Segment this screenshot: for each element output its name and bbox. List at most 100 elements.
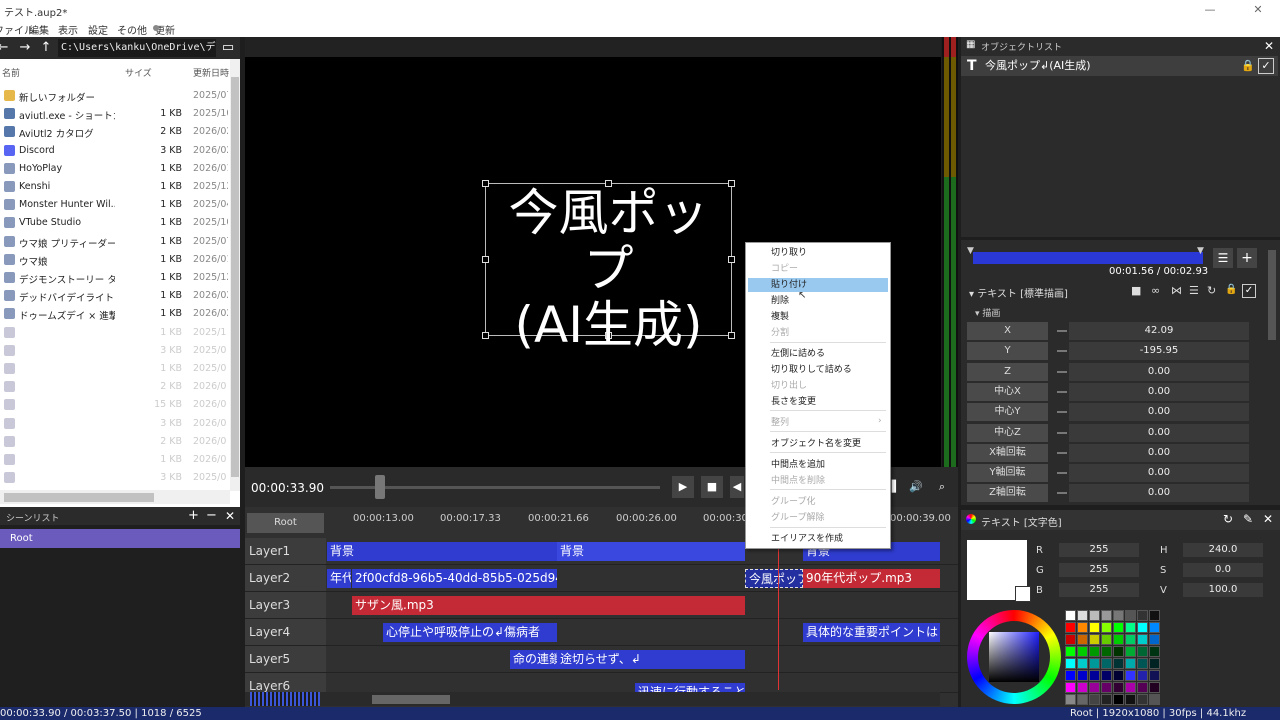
- timeline-clip[interactable]: 背景: [557, 542, 745, 561]
- palette-swatch[interactable]: [1065, 622, 1076, 633]
- file-row[interactable]: Kenshi 1 KB 2025/12: [0, 178, 230, 196]
- property-value[interactable]: 42.09: [1069, 322, 1249, 340]
- scroll-thumb[interactable]: [4, 493, 154, 502]
- timeline-clip[interactable]: 90年代ポップ.mp3: [803, 569, 940, 588]
- palette-swatch[interactable]: [1065, 670, 1076, 681]
- context-menu-item[interactable]: 削除: [748, 294, 888, 308]
- time-range-bar[interactable]: [973, 252, 1203, 264]
- file-row[interactable]: デッドバイデイライト 1 KB 2026/02: [0, 287, 230, 305]
- palette-swatch[interactable]: [1077, 694, 1088, 705]
- section-title[interactable]: ▾ テキスト [標準描画]: [969, 285, 1068, 300]
- layer-name[interactable]: Layer2: [245, 565, 326, 591]
- reset-icon[interactable]: ↻: [1223, 512, 1233, 526]
- property-label[interactable]: 中心Z: [967, 423, 1048, 442]
- g-field[interactable]: 255: [1059, 563, 1139, 577]
- scroll-thumb[interactable]: [1268, 250, 1276, 340]
- filter-icon[interactable]: ⋈: [1171, 284, 1182, 297]
- file-row[interactable]: Discord 3 KB 2026/02: [0, 142, 230, 160]
- palette-swatch[interactable]: [1149, 646, 1160, 657]
- v-field[interactable]: 100.0: [1183, 583, 1263, 597]
- palette-swatch[interactable]: [1113, 670, 1124, 681]
- property-slider-handle[interactable]: [1057, 472, 1067, 475]
- palette-swatch[interactable]: [1101, 622, 1112, 633]
- property-value[interactable]: -195.95: [1069, 342, 1249, 361]
- palette-swatch[interactable]: [1137, 646, 1148, 657]
- folder-icon[interactable]: ▭: [219, 39, 237, 57]
- context-menu-item[interactable]: エイリアスを作成: [748, 532, 888, 546]
- up-arrow-icon[interactable]: ↑: [37, 39, 55, 57]
- palette-swatch[interactable]: [1077, 658, 1088, 669]
- property-slider-handle[interactable]: [1057, 370, 1067, 373]
- context-menu-item[interactable]: 中間点を追加: [748, 458, 888, 472]
- timeline-clip[interactable]: 具体的な重要ポイントは: [803, 623, 940, 642]
- close-button[interactable]: ✕: [1238, 0, 1278, 20]
- context-menu-item[interactable]: 複製: [748, 310, 888, 324]
- palette-swatch[interactable]: [1089, 694, 1100, 705]
- file-row[interactable]: HoYoPlay 1 KB 2026/01: [0, 160, 230, 178]
- layer-name[interactable]: Layer1: [245, 538, 326, 564]
- palette-swatch[interactable]: [1089, 634, 1100, 645]
- palette-swatch[interactable]: [1113, 634, 1124, 645]
- reset-icon[interactable]: ↻: [1207, 284, 1216, 297]
- timeline-clip[interactable]: サザン風.mp3: [352, 596, 745, 615]
- context-menu-item[interactable]: 切り取り: [748, 246, 888, 260]
- palette-swatch[interactable]: [1113, 610, 1124, 621]
- list-icon[interactable]: ☰: [1189, 284, 1199, 297]
- palette-swatch[interactable]: [1149, 658, 1160, 669]
- lock-icon[interactable]: 🔒: [1225, 284, 1237, 295]
- property-value[interactable]: 0.00: [1069, 443, 1249, 462]
- seek-thumb[interactable]: [375, 475, 385, 499]
- remove-icon[interactable]: −: [206, 508, 217, 523]
- property-value[interactable]: 0.00: [1069, 403, 1249, 422]
- palette-swatch[interactable]: [1101, 694, 1112, 705]
- property-label[interactable]: 中心Y: [967, 403, 1048, 422]
- play-icon[interactable]: ▶: [672, 476, 694, 498]
- palette-swatch[interactable]: [1089, 610, 1100, 621]
- palette-swatch[interactable]: [1065, 694, 1076, 705]
- layer-name[interactable]: Layer3: [245, 592, 326, 618]
- palette-swatch[interactable]: [1149, 610, 1160, 621]
- visibility-checkbox[interactable]: ✓: [1258, 58, 1274, 74]
- object-list-item[interactable]: T 今風ポップ↲(AI生成) 🔒 ✓: [961, 56, 1278, 76]
- s-field[interactable]: 0.0: [1183, 563, 1263, 577]
- palette-swatch[interactable]: [1077, 670, 1088, 681]
- palette-swatch[interactable]: [1113, 646, 1124, 657]
- property-value[interactable]: 0.00: [1069, 382, 1249, 401]
- file-row[interactable]: Monster Hunter Wil... 1 KB 2025/04: [0, 196, 230, 214]
- file-row[interactable]: 1 KB 2026/0: [0, 451, 230, 469]
- layer-name[interactable]: Layer5: [245, 646, 326, 672]
- forward-arrow-icon[interactable]: →: [16, 39, 34, 57]
- palette-swatch[interactable]: [1149, 634, 1160, 645]
- group-title[interactable]: ▾ 描画: [975, 306, 1000, 319]
- property-slider-handle[interactable]: [1057, 492, 1067, 495]
- context-menu-item[interactable]: オブジェクト名を変更: [748, 437, 888, 451]
- palette-swatch[interactable]: [1077, 646, 1088, 657]
- zoom-icon[interactable]: ⌕: [931, 476, 953, 498]
- file-row[interactable]: 15 KB 2026/0: [0, 396, 230, 414]
- palette-swatch[interactable]: [1065, 658, 1076, 669]
- column-size[interactable]: サイズ: [125, 66, 152, 79]
- close-icon[interactable]: ✕: [225, 509, 235, 523]
- h-field[interactable]: 240.0: [1183, 543, 1263, 557]
- property-value[interactable]: 0.00: [1069, 362, 1249, 381]
- property-label[interactable]: Y: [967, 342, 1048, 361]
- palette-swatch[interactable]: [1077, 610, 1088, 621]
- scene-item-root[interactable]: Root: [0, 529, 240, 548]
- property-label[interactable]: 中心X: [967, 382, 1048, 401]
- property-label[interactable]: Y軸回転: [967, 464, 1048, 483]
- palette-swatch[interactable]: [1137, 634, 1148, 645]
- palette-swatch[interactable]: [1101, 670, 1112, 681]
- b-field[interactable]: 255: [1059, 583, 1139, 597]
- eyedropper-icon[interactable]: ✎: [1243, 512, 1253, 526]
- palette-swatch[interactable]: [1137, 610, 1148, 621]
- timeline-clip[interactable]: 心停止や呼吸停止の↲傷病者: [383, 623, 557, 642]
- file-row[interactable]: ウマ娘 プリティーダービー 1 KB 2025/07: [0, 233, 230, 251]
- timeline-clip[interactable]: 年代ポ: [327, 569, 351, 588]
- sv-square[interactable]: [989, 632, 1039, 682]
- context-menu-item[interactable]: 切り取りして詰める: [748, 363, 888, 377]
- palette-swatch[interactable]: [1089, 682, 1100, 693]
- property-label[interactable]: X: [967, 322, 1048, 340]
- palette-swatch[interactable]: [1065, 646, 1076, 657]
- palette-swatch[interactable]: [1113, 658, 1124, 669]
- palette-swatch[interactable]: [1101, 682, 1112, 693]
